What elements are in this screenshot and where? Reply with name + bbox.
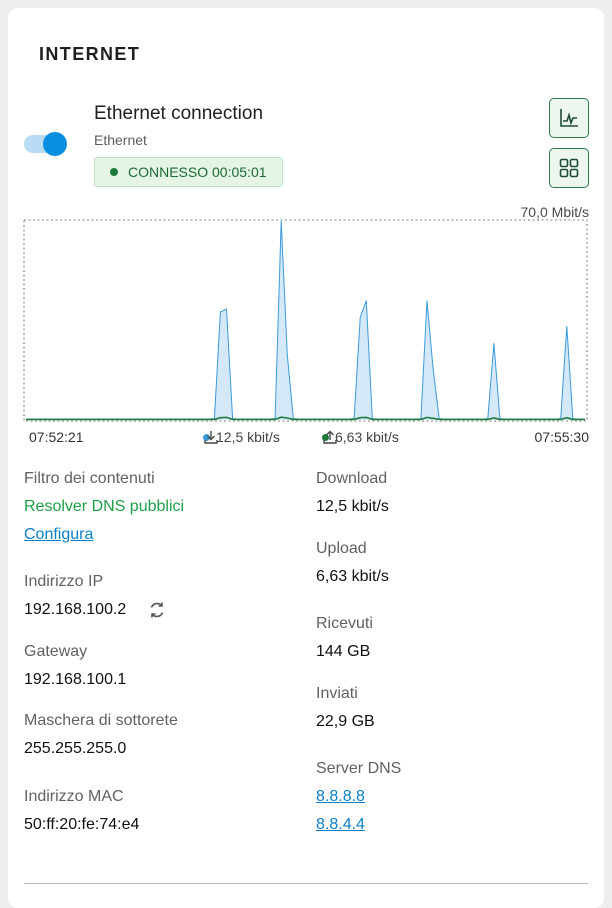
download-label: Download xyxy=(316,470,388,487)
dns-server-1-link[interactable]: 8.8.8.8 xyxy=(316,788,365,806)
content-filter-label: Filtro dei contenuti xyxy=(24,470,155,487)
internet-card: INTERNET Ethernet connection Ethernet CO… xyxy=(8,8,604,908)
legend-upload: 6,63 kbit/s xyxy=(322,429,399,445)
mac-label: Indirizzo MAC xyxy=(24,788,124,805)
status-badge: CONNESSO 00:05:01 xyxy=(94,157,283,187)
received-value: 144 GB xyxy=(316,643,371,660)
chart-x-start-label: 07:52:21 xyxy=(29,429,84,445)
ip-value: 192.168.100.2 xyxy=(24,601,127,618)
gateway-label: Gateway xyxy=(24,643,88,660)
configure-link[interactable]: Configura xyxy=(24,526,93,544)
dns-label: Server DNS xyxy=(316,760,402,777)
netmask-label: Maschera di sottorete xyxy=(24,712,178,729)
download-value: 12,5 kbit/s xyxy=(316,498,389,515)
refresh-icon[interactable] xyxy=(147,600,167,620)
upload-icon xyxy=(323,430,337,444)
bottom-divider xyxy=(24,883,588,884)
download-icon xyxy=(204,431,218,444)
ip-label: Indirizzo IP xyxy=(24,573,104,590)
chart-line-icon xyxy=(560,109,578,127)
status-dot xyxy=(110,168,118,176)
upload-value: 6,63 kbit/s xyxy=(316,568,389,585)
mac-value: 50:ff:20:fe:74:e4 xyxy=(24,816,140,833)
sent-value: 22,9 GB xyxy=(316,713,375,730)
traffic-chart: 70,0 Mbit/s 07:52:21 12,5 kbit/s 6,63 kb… xyxy=(23,204,589,454)
legend-upload-label: 6,63 kbit/s xyxy=(335,429,399,445)
upload-label: Upload xyxy=(316,540,367,557)
gateway-value: 192.168.100.1 xyxy=(24,671,127,688)
toggle-knob xyxy=(43,132,67,156)
grid-view-button[interactable] xyxy=(549,148,589,188)
chart-series-group xyxy=(26,220,585,421)
netmask-value: 255.255.255.0 xyxy=(24,740,127,757)
chart-x-end-label: 07:55:30 xyxy=(534,429,590,445)
legend-download-label: 12,5 kbit/s xyxy=(216,429,280,445)
received-label: Ricevuti xyxy=(316,615,373,632)
chart-frame xyxy=(23,219,588,422)
series-0-area xyxy=(26,221,585,420)
chart-view-button[interactable] xyxy=(549,98,589,138)
traffic-chart-plot xyxy=(23,219,588,422)
legend-download: 12,5 kbit/s xyxy=(203,429,280,445)
connection-type: Ethernet xyxy=(94,132,147,148)
chart-y-max-label: 70,0 Mbit/s xyxy=(520,204,589,220)
dns-server-2-link[interactable]: 8.8.4.4 xyxy=(316,816,365,834)
sent-label: Inviati xyxy=(316,685,358,702)
status-text: CONNESSO 00:05:01 xyxy=(128,164,267,180)
connection-toggle[interactable] xyxy=(24,132,68,156)
content-filter-value: Resolver DNS pubblici xyxy=(24,498,185,515)
grid-icon xyxy=(559,158,579,178)
connection-name: Ethernet connection xyxy=(94,103,264,124)
card-title: INTERNET xyxy=(39,44,141,64)
series-0-line xyxy=(26,220,585,420)
